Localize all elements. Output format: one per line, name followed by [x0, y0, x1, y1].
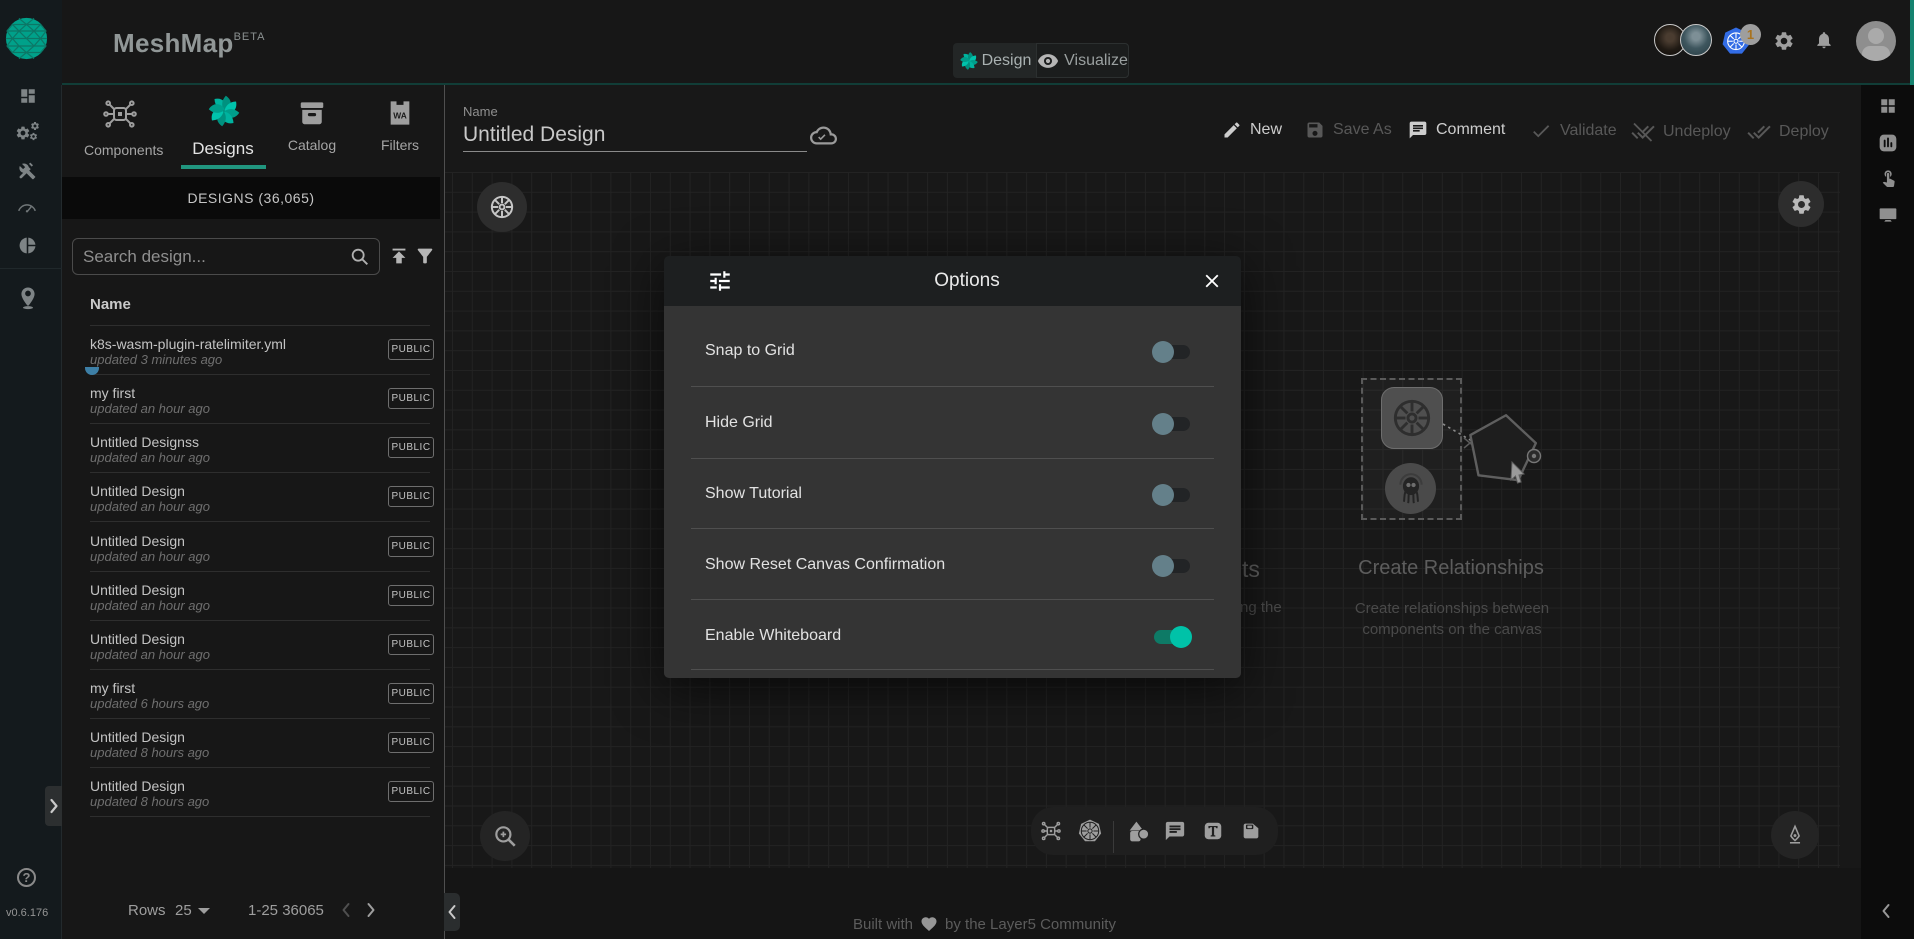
svg-text:WA: WA [393, 110, 407, 120]
